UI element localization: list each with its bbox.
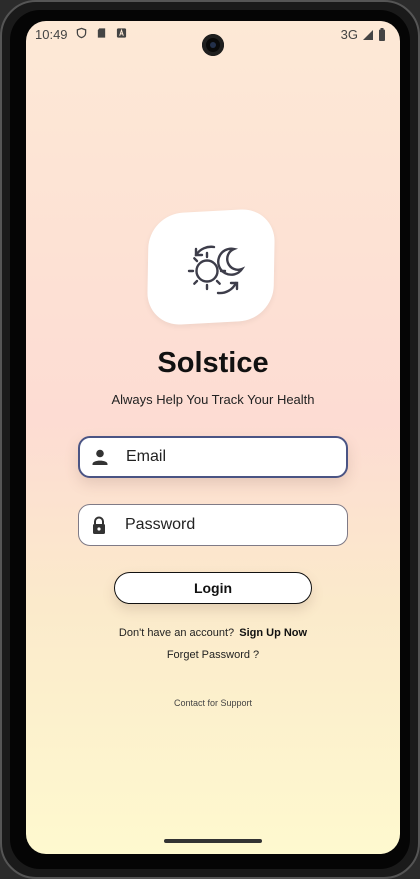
forget-password-link[interactable]: Forget Password ? — [26, 649, 400, 661]
front-camera — [202, 34, 224, 56]
shield-icon — [76, 27, 87, 39]
battery-icon — [379, 28, 385, 41]
app-screen: 10:49 3G Solstice Always Help You Track … — [26, 21, 400, 854]
password-input[interactable] — [125, 516, 325, 534]
signal-icon — [363, 29, 373, 40]
font-icon — [116, 28, 127, 38]
status-right: 3G — [341, 27, 386, 42]
signup-row: Don't have an account? Sign Up Now — [26, 627, 400, 639]
email-field[interactable] — [78, 436, 348, 478]
login-button[interactable]: Login — [114, 572, 312, 604]
contact-support-link[interactable]: Contact for Support — [26, 698, 400, 708]
sign-up-link[interactable]: Sign Up Now — [239, 627, 307, 639]
network-type: 3G — [340, 27, 358, 42]
sun-moon-cycle-icon — [187, 245, 246, 295]
app-title: Solstice — [157, 347, 269, 379]
password-field[interactable] — [78, 504, 348, 546]
status-time: 10:49 — [35, 27, 68, 42]
home-indicator[interactable] — [164, 839, 262, 843]
email-input[interactable] — [126, 448, 326, 466]
app-subtitle: Always Help You Track Your Health — [111, 392, 315, 407]
status-notification-icons — [76, 27, 127, 39]
sd-card-icon — [97, 28, 106, 38]
person-icon — [92, 449, 108, 465]
no-account-text: Don't have an account? — [118, 627, 235, 639]
lock-icon — [93, 516, 105, 534]
phone-frame: 10:49 3G Solstice Always Help You Track … — [0, 0, 420, 879]
